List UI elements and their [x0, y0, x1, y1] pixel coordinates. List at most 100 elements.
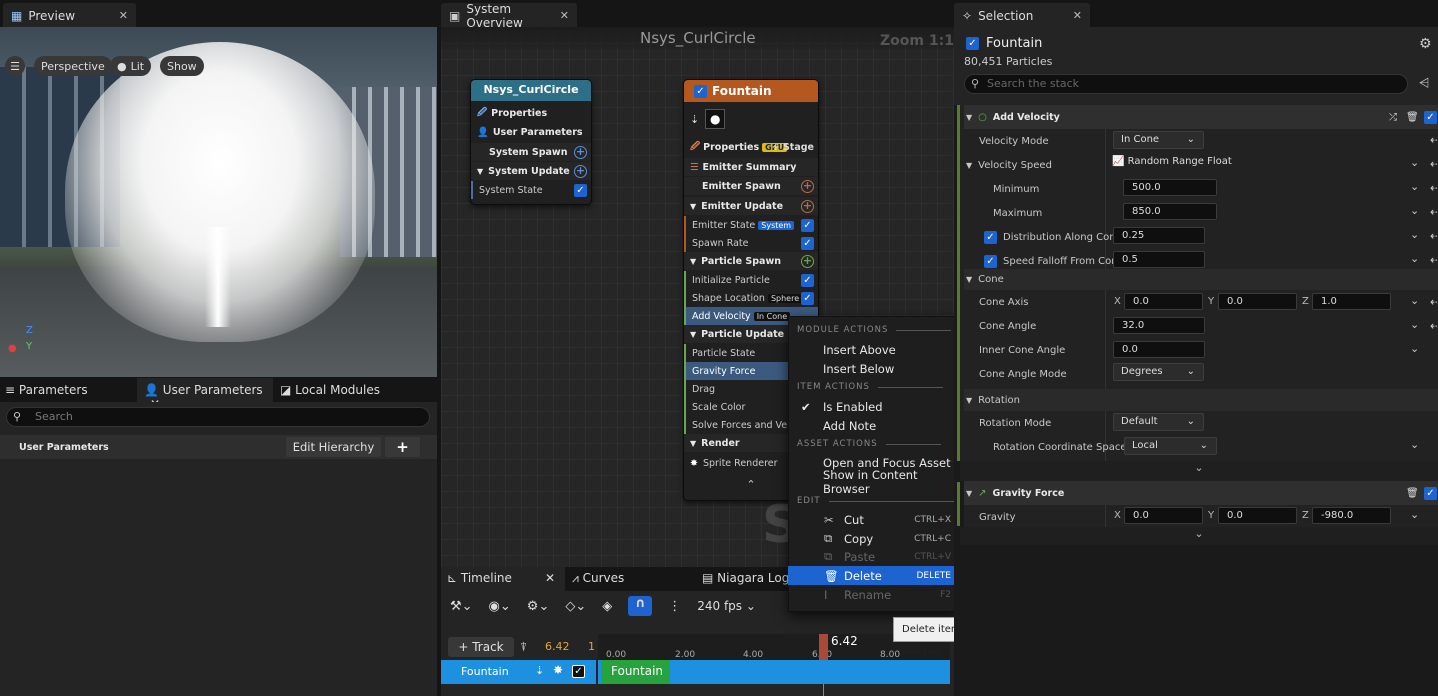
random-range-label[interactable]: 📈 Random Range Float [1112, 156, 1232, 167]
reset-icon[interactable]: ⇠ [1430, 319, 1438, 333]
playhead-marker[interactable] [819, 634, 828, 660]
system-properties-row[interactable]: 🖉 Properties [471, 104, 591, 122]
insert-above-item[interactable]: Insert Above [788, 340, 959, 359]
distribution-checkbox[interactable]: ✓ [984, 230, 997, 244]
emitter-summary-row[interactable]: ☰ Emitter Summary [684, 158, 818, 176]
reset-icon[interactable]: ⇠ [1430, 253, 1438, 267]
cone-axis-y-input[interactable]: 0.0 [1218, 293, 1297, 310]
trash-icon[interactable]: 🗑 [1406, 112, 1419, 123]
settings-icon[interactable]: ⚙ [1419, 36, 1432, 52]
chevron-down-icon[interactable]: ⌄ [1410, 508, 1419, 521]
particle-spawn-row[interactable]: ▼ Particle Spawn + [684, 252, 818, 270]
minimum-input[interactable]: 500.0 [1123, 179, 1217, 196]
rotation-mode-dropdown[interactable]: Default ⌄ [1113, 413, 1204, 431]
emitter-enabled-checkbox[interactable]: ✓ [966, 37, 979, 50]
module-enabled-checkbox[interactable]: ✓ [1424, 110, 1437, 124]
eye-icon[interactable]: ◉⌄ [489, 599, 511, 614]
paste-item[interactable]: ⧉ Paste CTRL+V [788, 547, 959, 566]
inner-cone-angle-input[interactable]: 0.0 [1113, 341, 1205, 358]
settings-icon[interactable]: ⚙⌄ [527, 599, 550, 614]
auto-key-icon[interactable]: ◈ [602, 599, 612, 614]
velocity-mode-dropdown[interactable]: In Cone ⌄ [1113, 131, 1204, 149]
tab-preview[interactable]: ▦ Preview ✕ [3, 3, 136, 28]
tab-parameters[interactable]: ≡ Parameters [5, 383, 88, 397]
insert-below-item[interactable]: Insert Below [788, 359, 959, 378]
perspective-button[interactable]: Perspective [34, 56, 112, 76]
chevron-down-icon[interactable]: ⌄ [1410, 180, 1419, 193]
filter-icon[interactable]: ⍒ [520, 640, 527, 655]
add-track-button[interactable]: + Track [448, 637, 514, 657]
add-module-icon[interactable]: + [574, 164, 587, 178]
maximum-input[interactable]: 850.0 [1123, 203, 1217, 220]
more-icon[interactable]: ⋮ [668, 599, 681, 614]
current-time[interactable]: 6.42 [545, 640, 570, 653]
chevron-down-icon[interactable]: ⌄ [1410, 342, 1419, 355]
module-enabled-checkbox[interactable]: ✓ [1424, 486, 1437, 500]
cone-section[interactable]: ▼ Cone [964, 269, 1438, 290]
tab-curves[interactable]: ⩘ Curves [572, 571, 624, 586]
trash-icon[interactable]: 🗑 [1406, 488, 1419, 499]
tab-system-overview[interactable]: ▣ System Overview ✕ [441, 2, 577, 30]
add-velocity-header[interactable]: ▼ ○ Add Velocity ⤮ 🗑 ✓ [964, 105, 1438, 129]
show-button[interactable]: Show [160, 56, 204, 76]
initialize-particle-row[interactable]: Initialize Particle ✓ [684, 271, 818, 289]
snap-button[interactable]: ∩ [628, 596, 653, 616]
track-row[interactable]: Fountain ⇣ ✸ ✓ [441, 660, 596, 684]
tab-niagara-log[interactable]: ▤ Niagara Log [702, 571, 789, 585]
shape-location-row[interactable]: Shape Location Sphere ✓ [684, 289, 818, 307]
emitter-spawn-row[interactable]: Emitter Spawn + [684, 177, 818, 195]
chevron-down-icon[interactable]: ⌄ [1410, 228, 1419, 241]
system-update-row[interactable]: ▼ System Update + [471, 162, 591, 180]
chevron-down-icon[interactable]: ⌄ [1410, 204, 1419, 217]
gravity-z-input[interactable]: -980.0 [1312, 507, 1391, 524]
stage-button[interactable]: + Stage [772, 142, 814, 153]
key-icon[interactable]: ◇⌄ [565, 599, 586, 614]
cut-item[interactable]: ✂ Cut CTRL+X [788, 510, 959, 529]
cone-angle-input[interactable]: 32.0 [1113, 317, 1205, 334]
chevron-down-icon[interactable]: ⌄ [1410, 252, 1419, 265]
gravity-y-input[interactable]: 0.0 [1218, 507, 1297, 524]
track-enabled-checkbox[interactable]: ✓ [572, 665, 585, 678]
edit-hierarchy-button[interactable]: Edit Hierarchy [286, 437, 381, 457]
falloff-input[interactable]: 0.5 [1113, 251, 1205, 268]
close-icon[interactable]: ✕ [1073, 9, 1082, 22]
is-enabled-item[interactable]: ✔ Is Enabled [788, 397, 959, 416]
emitter-clip[interactable]: Fountain [601, 660, 670, 684]
show-content-browser-item[interactable]: Show in Content Browser [788, 468, 959, 496]
menu-button[interactable]: ☰ [5, 56, 25, 76]
close-icon[interactable]: ✕ [119, 9, 128, 22]
distribution-input[interactable]: 0.25 [1113, 227, 1205, 244]
tab-timeline[interactable]: ⊾ Timeline ✕ [441, 567, 565, 591]
add-module-icon[interactable]: + [574, 145, 587, 159]
gravity-force-header[interactable]: ▼ ↗ Gravity Force 🗑 ✓ [964, 481, 1438, 505]
enabled-checkbox[interactable]: ✓ [801, 236, 814, 250]
system-spawn-row[interactable]: System Spawn + [471, 143, 591, 161]
enabled-checkbox[interactable]: ✓ [801, 273, 814, 287]
params-search-input[interactable]: ⚲ Search [6, 407, 430, 427]
add-module-icon[interactable]: + [801, 199, 814, 213]
emitter-enabled-checkbox[interactable]: ✓ [694, 84, 707, 98]
rename-item[interactable]: Ⅰ Rename F2 [788, 585, 959, 604]
add-parameter-button[interactable]: + [385, 437, 420, 457]
reset-icon[interactable]: ⇠ [1430, 133, 1438, 147]
emitter-properties-row[interactable]: 🖉 Properties GPU + Stage [684, 138, 818, 156]
system-state-row[interactable]: System State ✓ [471, 181, 591, 199]
add-note-item[interactable]: Add Note [788, 416, 959, 435]
enabled-checkbox[interactable]: ✓ [574, 183, 587, 197]
system-node[interactable]: Nsys_CurlCircle 🖉 Properties 👤 User Parame… [470, 79, 592, 205]
preview-viewport[interactable]: ☰ Perspective ● Lit Show Z Y ● [0, 27, 437, 377]
add-module-icon[interactable]: + [801, 254, 814, 268]
enabled-checkbox[interactable]: ✓ [801, 291, 814, 305]
expand-module-button[interactable]: ⌄ [960, 461, 1438, 481]
tools-icon[interactable]: ⚒⌄ [450, 599, 473, 614]
expand-module-button[interactable]: ⌄ [960, 527, 1438, 545]
falloff-checkbox[interactable]: ✓ [984, 254, 997, 268]
cone-angle-mode-dropdown[interactable]: Degrees ⌄ [1113, 363, 1204, 381]
enabled-checkbox[interactable]: ✓ [801, 218, 814, 232]
chevron-down-icon[interactable]: ⌄ [1410, 318, 1419, 331]
fps-dropdown[interactable]: 240 fps ⌄ [697, 599, 756, 613]
tab-user-parameters[interactable]: 👤 User Parameters ✕ [137, 378, 273, 411]
cone-axis-x-input[interactable]: 0.0 [1124, 293, 1203, 310]
rotation-space-dropdown[interactable]: Local ⌄ [1124, 437, 1217, 455]
chevron-down-icon[interactable]: ⌄ [1410, 156, 1419, 169]
